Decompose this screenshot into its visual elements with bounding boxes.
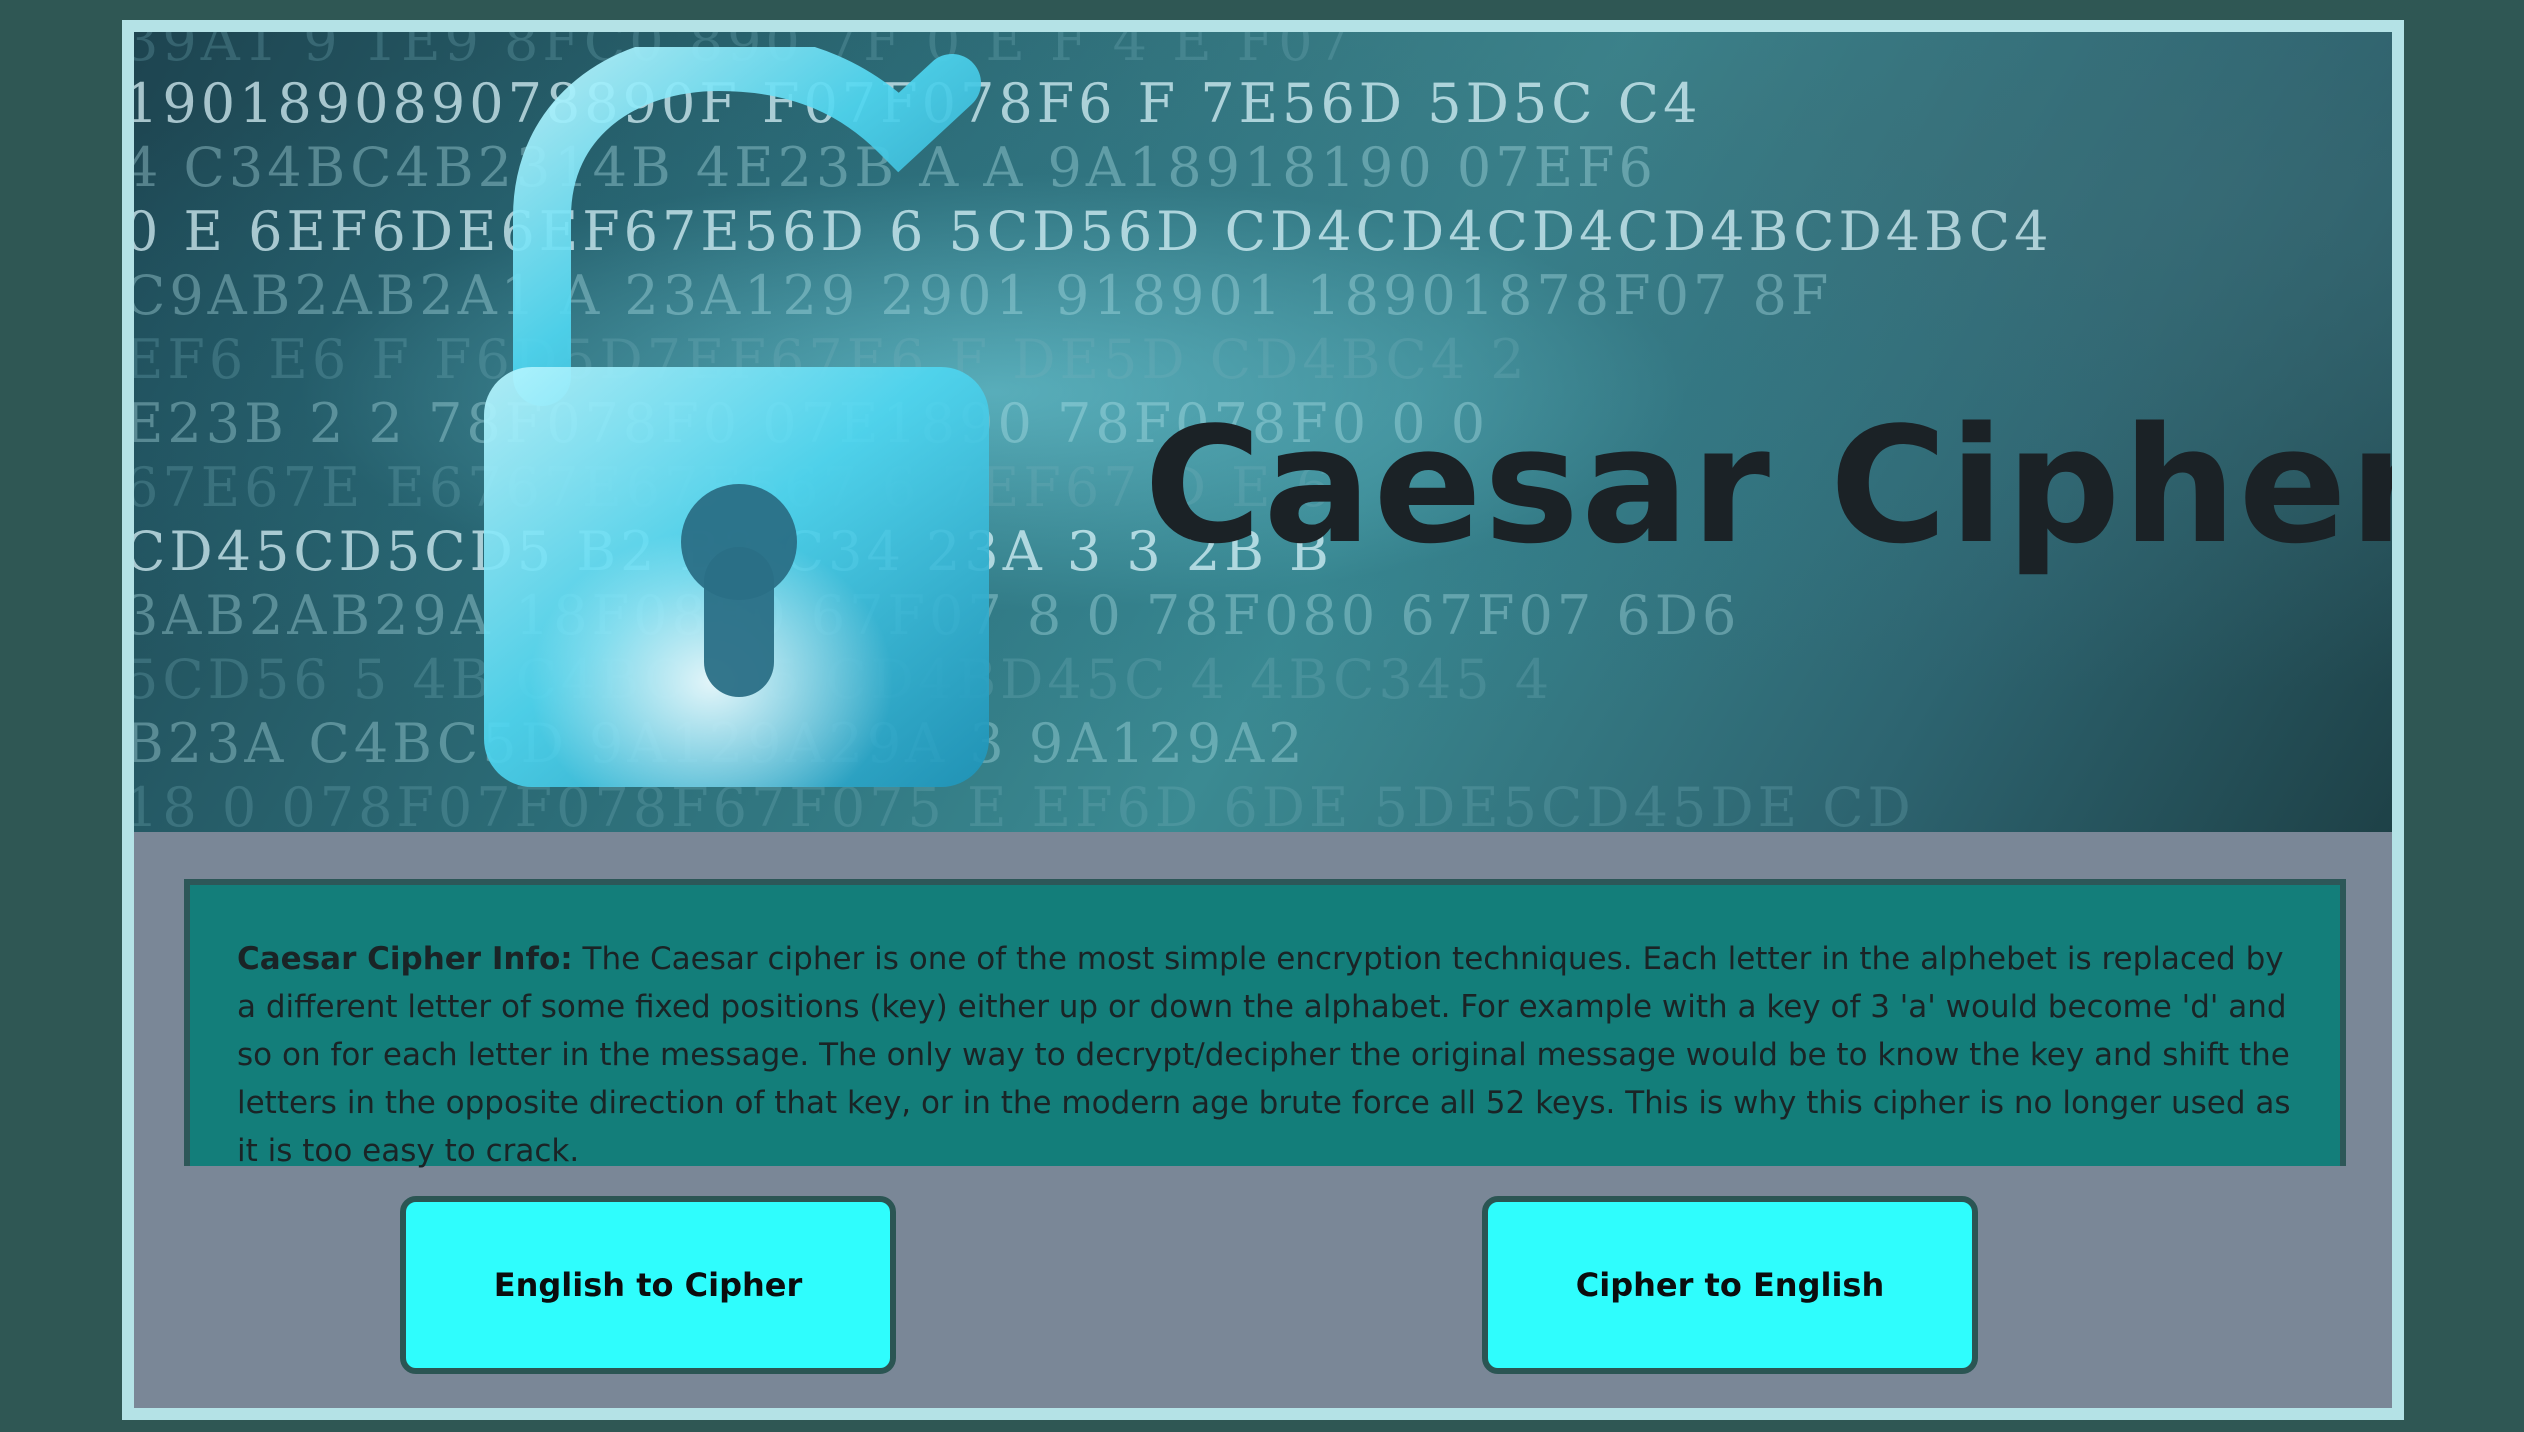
info-panel: Caesar Cipher Info: The Caesar cipher is… (184, 879, 2346, 1169)
english-to-cipher-button[interactable]: English to Cipher (400, 1196, 896, 1374)
info-heading: Caesar Cipher Info: (237, 941, 573, 977)
cipher-to-english-button[interactable]: Cipher to English (1482, 1196, 1978, 1374)
page-title: Caesar Cipher (1144, 392, 2392, 579)
hero-banner: 39A1 9 1E9 8FC0 890 7F 0 E F 4 E F07 190… (134, 32, 2392, 832)
hex-row: 0 E 6EF6DE6EF67E56D 6 5CD56D CD4CD4CD4CD… (134, 200, 2053, 263)
main-frame: 39A1 9 1E9 8FC0 890 7F 0 E F 4 E F07 190… (122, 20, 2404, 1420)
info-text: Caesar Cipher Info: The Caesar cipher is… (237, 935, 2296, 1175)
unlocked-padlock-icon (484, 47, 989, 787)
